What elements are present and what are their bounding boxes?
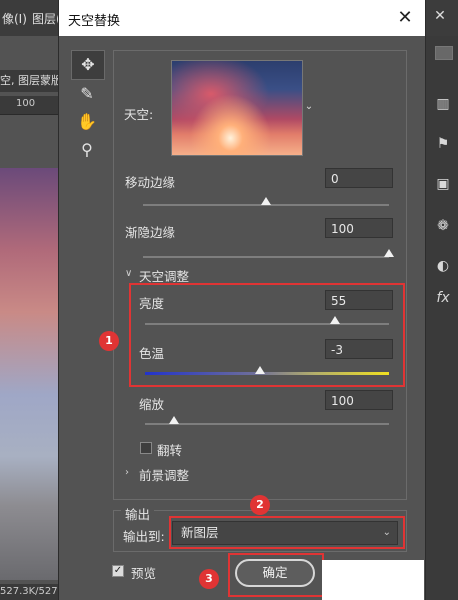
fade-edge-input[interactable]: 100: [325, 218, 393, 238]
color-icon[interactable]: ◐: [433, 256, 453, 276]
temperature-slider-thumb[interactable]: [254, 366, 265, 374]
dialog-title: 天空替换: [68, 14, 121, 29]
chevron-right-icon[interactable]: ›: [125, 467, 129, 478]
brightness-slider-track[interactable]: [145, 323, 389, 325]
scale-label: 缩放: [139, 397, 165, 412]
move-edge-slider-thumb[interactable]: [261, 197, 271, 205]
chevron-down-icon: ⌄: [382, 527, 391, 538]
scale-slider-thumb[interactable]: [169, 416, 180, 424]
output-group-label: 输出: [121, 504, 155, 523]
move-edge-input[interactable]: 0: [325, 168, 393, 188]
sky-preview-thumbnail[interactable]: [171, 60, 303, 156]
output-to-select[interactable]: 新图层 ⌄: [172, 521, 398, 545]
output-to-value: 新图层: [181, 525, 219, 540]
properties-icon[interactable]: ▥: [433, 94, 453, 114]
ok-button[interactable]: 确定: [235, 559, 315, 587]
flip-label: 翻转: [157, 443, 183, 458]
scale-slider-track[interactable]: [145, 423, 389, 425]
dialog-titlebar: 天空替换 ✕: [59, 0, 425, 36]
app-close-icon[interactable]: ✕: [430, 6, 450, 26]
status-bar: 527.3K/527: [0, 584, 64, 600]
step-badge-3: 3: [199, 569, 219, 589]
brightness-input[interactable]: 55: [325, 290, 393, 310]
sky-dropdown-chevron-icon[interactable]: ⌄: [303, 60, 315, 154]
preview-label: 预览: [131, 566, 157, 581]
temperature-slider-track[interactable]: [145, 372, 389, 375]
cropped-area: [322, 560, 424, 600]
channels-icon[interactable]: ❁: [433, 216, 453, 236]
horizontal-ruler: 100: [0, 96, 64, 115]
step-badge-2: 2: [250, 495, 270, 515]
output-to-label: 输出到:: [123, 529, 165, 544]
document-tab[interactable]: 空, 图层蒙版: [0, 70, 64, 92]
brightness-slider-thumb[interactable]: [330, 316, 341, 324]
step-badge-1: 1: [99, 331, 119, 351]
sky-replacement-dialog: 天空替换 ✕ ✥ ✎ ✋ ⚲ 天空: ⌄ 移动边缘 0 渐隐边缘 100 ∨ 天…: [58, 0, 426, 600]
temperature-input[interactable]: -3: [325, 339, 393, 359]
flip-checkbox[interactable]: [140, 442, 152, 454]
menu-item-image[interactable]: 像(I): [2, 10, 27, 27]
right-panel-dock: ▥ ⚑ ▣ ❁ ◐ fx: [424, 36, 458, 600]
chevron-down-icon[interactable]: ∨: [125, 268, 132, 279]
document-canvas[interactable]: [0, 168, 60, 580]
fade-edge-label: 渐隐边缘: [125, 225, 176, 240]
fade-edge-slider-track[interactable]: [143, 256, 389, 258]
move-tool-icon[interactable]: ✥: [71, 50, 105, 80]
ruler-number: 100: [16, 98, 36, 109]
temperature-label: 色温: [139, 346, 165, 361]
libraries-icon[interactable]: ▣: [433, 174, 453, 194]
hand-tool-icon[interactable]: ✋: [71, 108, 103, 136]
preview-checkbox[interactable]: ✓: [112, 565, 124, 577]
zoom-tool-icon[interactable]: ⚲: [71, 136, 103, 164]
move-edge-label: 移动边缘: [125, 175, 176, 190]
fade-edge-slider-thumb[interactable]: [384, 249, 394, 257]
scale-input[interactable]: 100: [325, 390, 393, 410]
fx-icon[interactable]: fx: [433, 288, 453, 308]
sky-label: 天空:: [124, 107, 154, 122]
foreground-adjust-section-title[interactable]: 前景调整: [139, 465, 189, 484]
close-icon[interactable]: ✕: [393, 6, 417, 30]
panel-collapse-button[interactable]: [435, 46, 453, 60]
adjustments-icon[interactable]: ⚑: [433, 134, 453, 154]
brightness-label: 亮度: [139, 296, 165, 311]
sky-brush-icon[interactable]: ✎: [71, 80, 103, 108]
